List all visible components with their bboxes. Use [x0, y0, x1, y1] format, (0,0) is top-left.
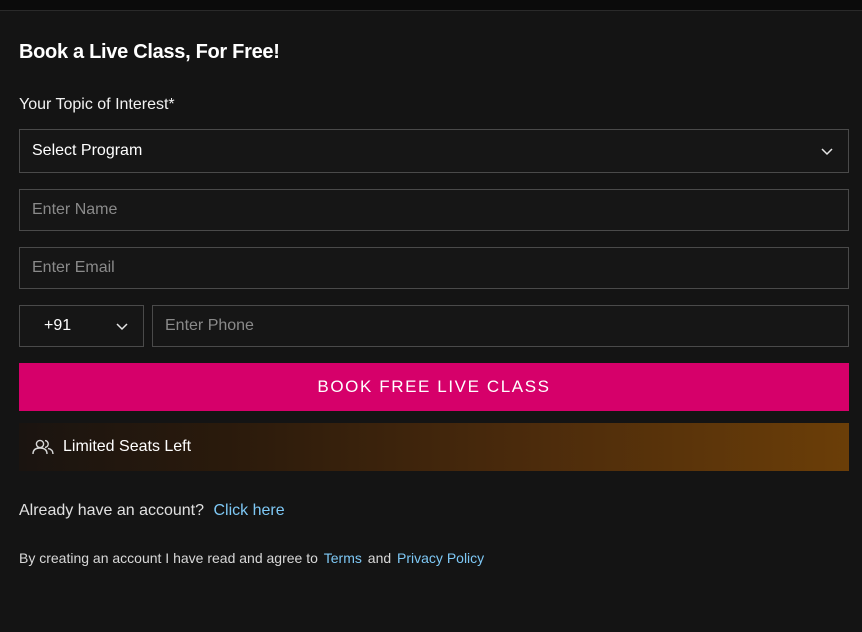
name-placeholder: Enter Name [32, 201, 118, 218]
chevron-down-icon [821, 148, 833, 156]
phone-field[interactable]: Enter Phone [152, 305, 849, 347]
program-select[interactable]: Select Program [19, 129, 849, 173]
consent-text: By creating an account I have read and a… [19, 550, 318, 566]
login-link[interactable]: Click here [213, 502, 284, 519]
and-text: and [367, 550, 392, 566]
book-free-live-class-button[interactable]: BOOK FREE LIVE CLASS [19, 363, 849, 411]
email-field[interactable]: Enter Email [19, 247, 849, 289]
program-select-value: Select Program [32, 142, 143, 159]
top-divider [0, 0, 862, 11]
email-placeholder: Enter Email [32, 259, 115, 276]
privacy-policy-link[interactable]: Privacy Policy [397, 550, 484, 566]
users-icon [32, 439, 54, 455]
phone-placeholder: Enter Phone [165, 317, 254, 334]
form-title: Book a Live Class, For Free! [19, 41, 280, 63]
limited-seats-text: Limited Seats Left [63, 438, 192, 455]
account-prompt-row: Already have an account? Click here [19, 502, 285, 520]
consent-row: By creating an account I have read and a… [19, 550, 484, 566]
terms-link[interactable]: Terms [324, 550, 362, 566]
country-code-select[interactable]: +91 [19, 305, 144, 347]
chevron-down-icon [116, 323, 128, 331]
country-code-value: +91 [44, 317, 72, 334]
account-prompt-text: Already have an account? [19, 502, 205, 519]
name-field[interactable]: Enter Name [19, 189, 849, 231]
limited-seats-banner: Limited Seats Left [19, 423, 849, 471]
topic-label: Your Topic of Interest* [19, 96, 175, 113]
